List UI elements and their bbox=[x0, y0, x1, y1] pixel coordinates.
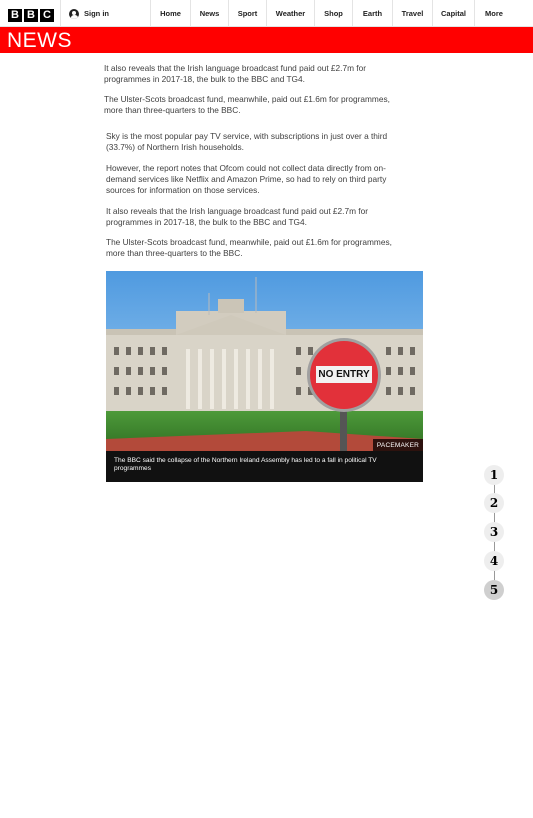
sign-in-button[interactable]: Sign in bbox=[60, 0, 150, 27]
article-paragraph-5: It also reveals that the Irish language … bbox=[106, 206, 368, 227]
article-paragraph-6: The Ulster-Scots broadcast fund, meanwhi… bbox=[106, 237, 392, 258]
nav-travel[interactable]: Travel bbox=[392, 0, 432, 27]
nav-shop[interactable]: Shop bbox=[314, 0, 352, 27]
article-image: NO ENTRY PACEMAKER The BBC said the coll… bbox=[106, 271, 423, 482]
nav-sport[interactable]: Sport bbox=[228, 0, 266, 27]
logo-letter-b2: B bbox=[24, 9, 38, 22]
sign-in-label: Sign in bbox=[84, 9, 109, 18]
article-paragraph-2: The Ulster-Scots broadcast fund, meanwhi… bbox=[104, 94, 390, 115]
nav-news[interactable]: News bbox=[190, 0, 228, 27]
nav-more[interactable]: More bbox=[474, 0, 513, 27]
user-icon bbox=[69, 8, 79, 19]
page-4-button[interactable]: 4 bbox=[484, 551, 504, 571]
nav-weather[interactable]: Weather bbox=[266, 0, 314, 27]
logo-letter-b1: B bbox=[8, 9, 22, 22]
article-paragraph-4: However, the report notes that Ofcom cou… bbox=[106, 163, 387, 195]
nav-earth[interactable]: Earth bbox=[352, 0, 392, 27]
nav-capital[interactable]: Capital bbox=[432, 0, 474, 27]
page-1-button[interactable]: 1 bbox=[484, 465, 504, 485]
nav-home[interactable]: Home bbox=[150, 0, 190, 27]
article-paragraph-1: It also reveals that the Irish language … bbox=[104, 63, 366, 84]
page-2-button[interactable]: 2 bbox=[484, 493, 504, 513]
logo-letter-c: C bbox=[40, 9, 54, 22]
image-caption: The BBC said the collapse of the Norther… bbox=[106, 451, 423, 482]
page-5-button[interactable]: 5 bbox=[484, 580, 504, 600]
no-entry-sign-text: NO ENTRY bbox=[318, 369, 370, 380]
page-3-button[interactable]: 3 bbox=[484, 522, 504, 542]
bbc-logo[interactable]: B B C bbox=[8, 9, 54, 22]
news-banner: NEWS bbox=[0, 27, 533, 53]
top-navigation-bar: B B C Sign in Home News Sport Weather Sh… bbox=[0, 0, 533, 27]
main-nav: Home News Sport Weather Shop Earth Trave… bbox=[150, 0, 513, 27]
stormont-photo bbox=[106, 271, 423, 451]
news-title-link[interactable]: NEWS bbox=[7, 29, 72, 53]
article-paragraph-3: Sky is the most popular pay TV service, … bbox=[106, 131, 388, 152]
